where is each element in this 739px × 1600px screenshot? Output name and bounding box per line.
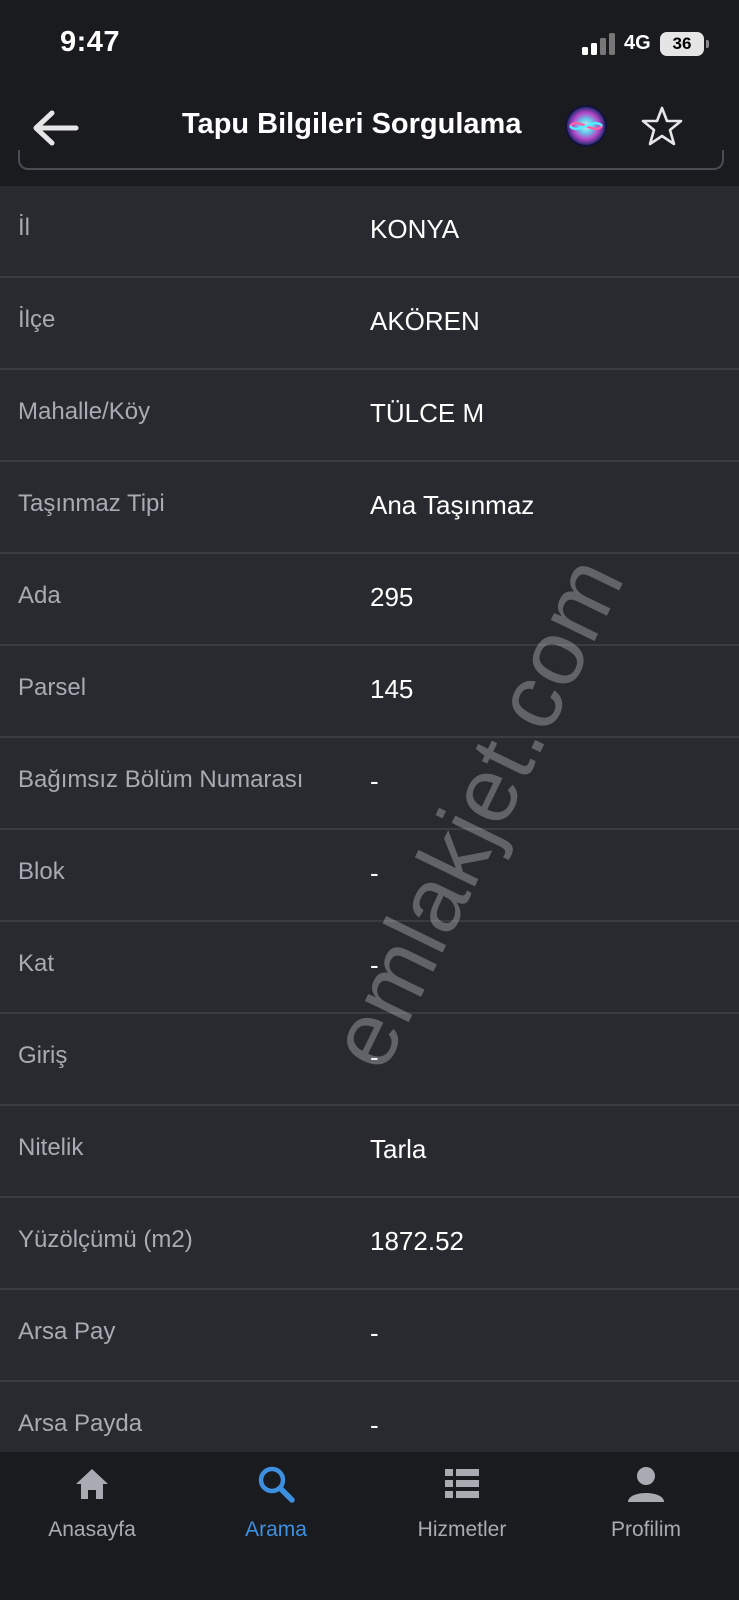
row-label: Parsel [18,674,87,701]
list-icon [445,1469,479,1498]
row-value: - [370,1318,379,1348]
tab-profilim[interactable]: Profilim [566,1464,726,1564]
favorite-button[interactable] [640,104,684,148]
row-label: Arsa Payda [18,1410,143,1437]
row-value: - [370,1042,379,1072]
row-label: Arsa Pay [18,1318,116,1345]
battery-level: 36 [672,34,692,53]
status-bar: 9:47 4G 36 [0,0,739,88]
search-icon [258,1466,295,1503]
network-type: 4G [624,32,651,54]
row-value: AKÖREN [370,306,480,336]
user-icon [628,1467,664,1502]
table-row: Giriş - [0,1014,739,1106]
tab-label: Arama [245,1518,307,1541]
row-value: - [370,950,379,980]
star-icon [641,106,683,146]
row-value: - [370,858,379,888]
tab-hizmetler[interactable]: Hizmetler [382,1464,542,1564]
tab-arama[interactable]: Arama [196,1464,356,1564]
table-row: Mahalle/Köy TÜLCE M [0,370,739,462]
table-row: Kat - [0,922,739,1014]
row-value: KONYA [370,214,460,244]
row-value: Tarla [370,1134,427,1164]
table-row: Nitelik Tarla [0,1106,739,1198]
row-label: Mahalle/Köy [18,398,151,425]
row-value: 295 [370,582,414,612]
property-info-table: İl KONYA İlçe AKÖREN Mahalle/Köy TÜLCE M Taşın… [0,186,739,1474]
row-value: - [370,1410,379,1440]
table-row: Blok - [0,830,739,922]
row-value: Ana Taşınmaz [370,490,535,520]
status-time: 9:47 [60,26,121,58]
table-row: Ada 295 [0,554,739,646]
back-arrow-icon [33,110,79,146]
page-title: Tapu Bilgileri Sorgulama [182,108,522,140]
battery-icon: 36 [660,32,709,56]
tab-bar: Anasayfa Arama Hizmetler Profilim [0,1452,739,1600]
row-value: - [370,766,379,796]
row-value: TÜLCE M [370,398,485,428]
row-label: Blok [18,858,65,885]
row-label: Kat [18,950,55,977]
row-label: İl [18,214,30,241]
table-row: Taşınmaz Tipi Ana Taşınmaz [0,462,739,554]
row-label: Taşınmaz Tipi [18,490,165,517]
siri-icon[interactable] [564,104,608,148]
tab-label: Hizmetler [417,1518,507,1541]
table-row: İl KONYA [0,186,739,278]
tab-anasayfa[interactable]: Anasayfa [12,1464,172,1564]
row-label: Ada [18,582,61,609]
home-icon [76,1469,108,1499]
row-value: 145 [370,674,414,704]
row-label: Yüzölçümü (m2) [18,1226,193,1253]
signal-icon [582,33,618,55]
table-row: Arsa Pay - [0,1290,739,1382]
table-row: Bağımsız Bölüm Numarası - [0,738,739,830]
row-label: Nitelik [18,1134,84,1161]
row-label: İlçe [18,306,56,333]
search-field-edge [18,150,724,170]
table-row: İlçe AKÖREN [0,278,739,370]
row-label: Giriş [18,1042,68,1069]
row-value: 1872.52 [370,1226,464,1256]
table-row: Parsel 145 [0,646,739,738]
table-row: Yüzölçümü (m2) 1872.52 [0,1198,739,1290]
tab-label: Profilim [610,1518,681,1541]
row-label: Bağımsız Bölüm Numarası [18,766,304,793]
back-button[interactable] [30,108,82,148]
tab-label: Anasayfa [48,1518,136,1541]
